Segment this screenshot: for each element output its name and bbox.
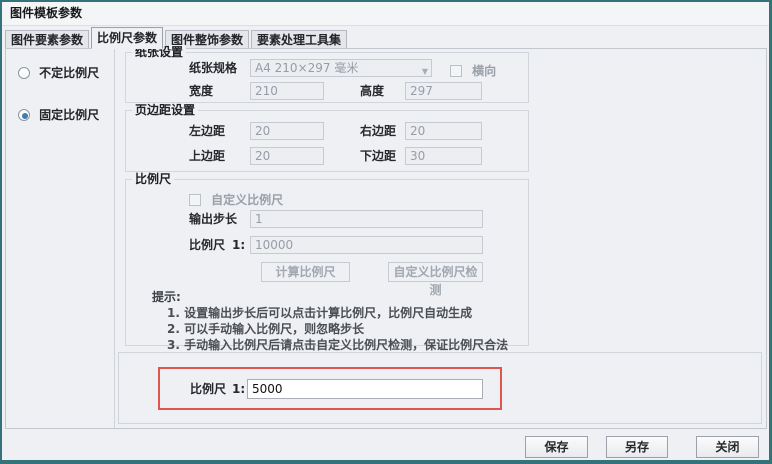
output-scale-group: 比例尺 1: [118, 352, 762, 424]
margin-left-label: 左边距 [189, 122, 225, 140]
paper-height-field: 297 [405, 82, 482, 100]
checkbox-icon [189, 194, 201, 206]
scale-mode-panel: 不定比例尺 固定比例尺 [6, 49, 115, 428]
margin-top-label: 上边距 [189, 147, 225, 165]
window-title: 图件模板参数 [10, 6, 82, 20]
output-step-field: 1 [250, 210, 483, 228]
scale-group: 比例尺 自定义比例尺 输出步长 1 比例尺 1: 10000 计算比例尺 自定义… [125, 179, 529, 346]
margin-bottom-field: 30 [405, 147, 482, 165]
radio-variable-scale-label: 不定比例尺 [39, 66, 99, 80]
paper-spec-label: 纸张规格 [189, 59, 237, 77]
output-step-label: 输出步长 [189, 210, 237, 228]
landscape-label: 横向 [472, 64, 496, 78]
save-as-button[interactable]: 另存 [606, 436, 668, 458]
output-scale-label: 比例尺 [190, 380, 226, 398]
margin-right-field: 20 [405, 122, 482, 140]
margin-settings-title: 页边距设置 [132, 103, 198, 117]
dialog-window: 图件模板参数 图件要素参数比例尺参数图件整饰参数要素处理工具集 不定比例尺 固定… [0, 0, 772, 464]
margin-bottom-label: 下边距 [360, 147, 396, 165]
paper-spec-dropdown: A4 210×297 毫米 ▼ [250, 59, 432, 77]
checkbox-icon [450, 65, 462, 77]
output-scale-input[interactable] [247, 379, 483, 399]
paper-settings-group: 纸张设置 纸张规格 A4 210×297 毫米 ▼ 横向 宽度 210 高度 2… [125, 52, 529, 103]
tab-map-element-params[interactable]: 图件要素参数 [5, 30, 89, 49]
custom-scale-label: 自定义比例尺 [211, 193, 283, 207]
save-button[interactable]: 保存 [525, 436, 588, 458]
check-custom-scale-button: 自定义比例尺检测 [388, 262, 483, 282]
radio-fixed-scale[interactable]: 固定比例尺 [18, 107, 99, 121]
custom-scale-checkbox: 自定义比例尺 [189, 189, 283, 208]
margin-top-field: 20 [250, 147, 324, 165]
margin-left-field: 20 [250, 122, 324, 140]
radio-unselected-icon [18, 67, 30, 79]
radio-variable-scale[interactable]: 不定比例尺 [18, 65, 99, 79]
paper-width-label: 宽度 [189, 82, 213, 100]
landscape-checkbox: 横向 [450, 60, 496, 79]
scale-ratio-field: 10000 [250, 236, 483, 254]
margin-right-label: 右边距 [360, 122, 396, 140]
tips-title: 提示: [152, 288, 181, 305]
scale-group-title: 比例尺 [132, 172, 174, 186]
tab-element-toolset[interactable]: 要素处理工具集 [251, 30, 347, 49]
tab-content-panel: 不定比例尺 固定比例尺 纸张设置 纸张规格 A4 210×297 毫米 ▼ 横向… [5, 48, 767, 429]
close-button[interactable]: 关闭 [696, 436, 759, 458]
paper-spec-value: A4 210×297 毫米 [255, 61, 358, 75]
scale-ratio-prefix: 1: [232, 236, 245, 254]
output-scale-prefix: 1: [232, 380, 245, 398]
scale-ratio-label: 比例尺 [189, 236, 225, 254]
tip-note-1: 1. 设置输出步长后可以点击计算比例尺，比例尺自动生成 [167, 304, 472, 321]
radio-selected-icon [18, 109, 30, 121]
radio-fixed-scale-label: 固定比例尺 [39, 108, 99, 122]
margin-settings-group: 页边距设置 左边距 20 右边距 20 上边距 20 下边距 30 [125, 110, 529, 172]
title-bar: 图件模板参数 [2, 2, 769, 26]
tab-bar: 图件要素参数比例尺参数图件整饰参数要素处理工具集 [5, 27, 765, 48]
tip-note-3: 3. 手动输入比例尺后请点击自定义比例尺检测，保证比例尺合法 [167, 336, 508, 353]
chevron-down-icon: ▼ [422, 64, 428, 77]
tip-note-2: 2. 可以手动输入比例尺，则忽略步长 [167, 320, 364, 337]
paper-width-field: 210 [250, 82, 324, 100]
tab-scale-params[interactable]: 比例尺参数 [91, 27, 163, 49]
calc-scale-button: 计算比例尺 [261, 262, 350, 282]
paper-height-label: 高度 [360, 82, 384, 100]
